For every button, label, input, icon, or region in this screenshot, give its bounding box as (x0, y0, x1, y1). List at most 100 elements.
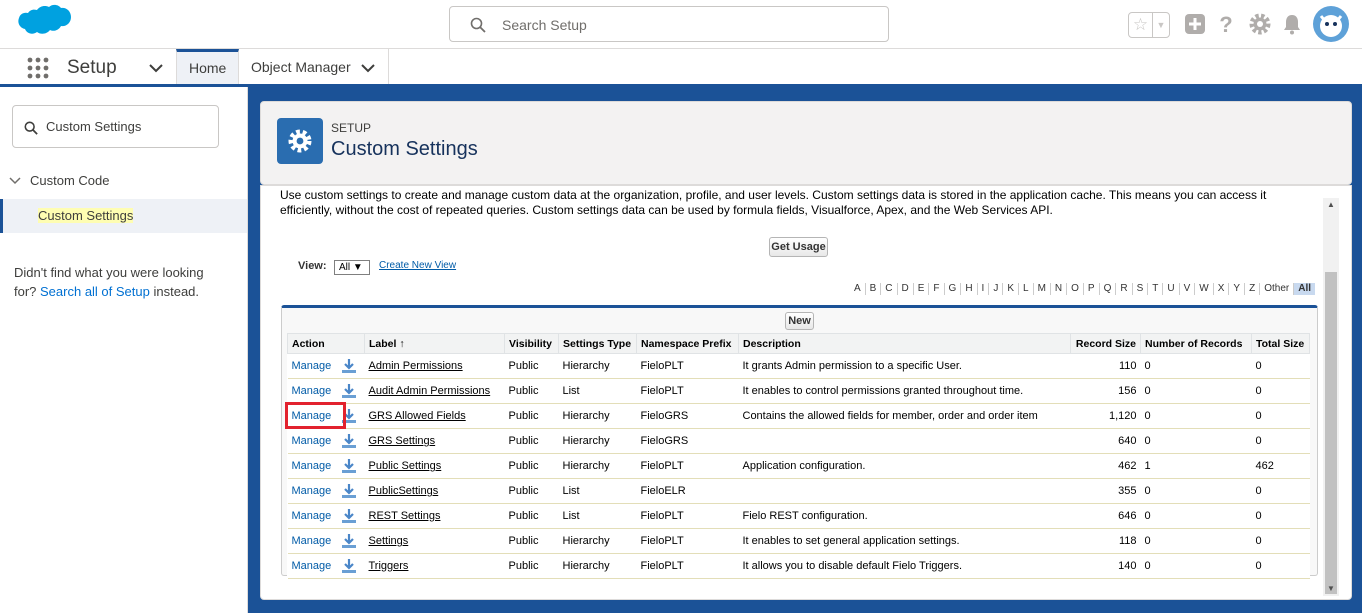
column-header-settings-type[interactable]: Settings Type (558, 333, 637, 354)
description-cell: Contains the allowed fields for member, … (738, 403, 1071, 429)
app-launcher-icon[interactable] (27, 57, 49, 79)
alphabet-filter-all[interactable]: All (1294, 283, 1315, 295)
download-icon[interactable] (341, 558, 357, 574)
download-icon[interactable] (341, 358, 357, 374)
setting-label-link[interactable]: GRS Settings (369, 435, 436, 447)
alphabet-filter-y[interactable]: Y (1229, 283, 1246, 295)
column-header-visibility[interactable]: Visibility (504, 333, 559, 354)
alphabet-filter-o[interactable]: O (1067, 283, 1084, 295)
column-header-namespace-prefix[interactable]: Namespace Prefix (636, 333, 739, 354)
alphabet-filter-i[interactable]: I (978, 283, 990, 295)
alphabet-filter-x[interactable]: X (1214, 283, 1230, 295)
alphabet-filter-d[interactable]: D (898, 283, 914, 295)
download-icon[interactable] (341, 383, 357, 399)
manage-link[interactable]: Manage (292, 535, 332, 547)
tree-item-custom-code[interactable]: Custom Code (9, 173, 109, 188)
vertical-scrollbar[interactable]: ▲ ▼ (1323, 198, 1339, 596)
download-icon[interactable] (341, 433, 357, 449)
star-icon[interactable]: ☆ (1129, 13, 1153, 37)
setting-label-link[interactable]: Triggers (369, 560, 409, 572)
number-of-records-cell: 1 (1140, 453, 1252, 479)
setting-label-link[interactable]: PublicSettings (369, 485, 439, 497)
alphabet-filter-v[interactable]: V (1180, 283, 1196, 295)
search-all-setup-link[interactable]: Search all of Setup (40, 284, 150, 299)
column-header-total-size[interactable]: Total Size (1251, 333, 1310, 354)
alphabet-filter-h[interactable]: H (961, 283, 978, 295)
scroll-down-arrow-icon[interactable]: ▼ (1327, 584, 1335, 593)
alphabet-filter-t[interactable]: T (1148, 283, 1164, 295)
alphabet-filter-w[interactable]: W (1195, 283, 1214, 295)
alphabet-filter-r[interactable]: R (1116, 283, 1133, 295)
alphabet-filter-q[interactable]: Q (1100, 283, 1117, 295)
alphabet-filter-u[interactable]: U (1163, 283, 1180, 295)
label-cell: REST Settings (364, 503, 505, 529)
setting-label-link[interactable]: Public Settings (369, 460, 442, 472)
setting-label-link[interactable]: Settings (369, 535, 409, 547)
manage-link[interactable]: Manage (292, 460, 332, 472)
user-avatar[interactable] (1313, 6, 1349, 42)
manage-link[interactable]: Manage (292, 510, 332, 522)
settings-type-cell: Hierarchy (558, 553, 637, 579)
alphabet-filter-p[interactable]: P (1084, 283, 1100, 295)
alphabet-filter-l[interactable]: L (1019, 283, 1034, 295)
alphabet-filter-s[interactable]: S (1133, 283, 1149, 295)
column-header-description[interactable]: Description (738, 333, 1071, 354)
manage-link[interactable]: Manage (292, 560, 332, 572)
alphabet-filter-g[interactable]: G (945, 283, 962, 295)
setting-label-link[interactable]: Admin Permissions (369, 360, 463, 372)
alphabet-filter-a[interactable]: A (850, 283, 866, 295)
alphabet-filter-j[interactable]: J (989, 283, 1004, 295)
table-row: Manage REST Settings Public List FieloPLT Fie… (287, 503, 1310, 529)
get-usage-button[interactable]: Get Usage (769, 237, 828, 257)
chevron-down-icon[interactable] (9, 177, 23, 188)
total-size-cell: 0 (1251, 478, 1310, 504)
favorites-list-chevron-icon[interactable]: ▼ (1153, 13, 1169, 37)
manage-link[interactable]: Manage (292, 385, 332, 397)
alphabet-filter-other[interactable]: Other (1260, 283, 1295, 295)
scroll-up-arrow-icon[interactable]: ▲ (1327, 200, 1335, 209)
add-icon[interactable] (1183, 12, 1207, 36)
download-icon[interactable] (341, 508, 357, 524)
alphabet-filter-k[interactable]: K (1003, 283, 1019, 295)
setting-label-link[interactable]: REST Settings (369, 510, 441, 522)
manage-link[interactable]: Manage (292, 485, 332, 497)
new-button[interactable]: New (785, 312, 814, 330)
record-size-cell: 646 (1070, 503, 1141, 529)
column-header-label[interactable]: Label ↑ (364, 333, 505, 354)
settings-type-cell: Hierarchy (558, 453, 637, 479)
alphabet-filter-n[interactable]: N (1051, 283, 1068, 295)
column-header-number-of-records[interactable]: Number of Records (1140, 333, 1252, 354)
alphabet-filter-f[interactable]: F (929, 283, 945, 295)
salesforce-cloud-logo[interactable] (12, 4, 74, 46)
download-icon[interactable] (341, 483, 357, 499)
download-icon[interactable] (341, 533, 357, 549)
description-cell: It grants Admin permission to a specific… (738, 353, 1071, 379)
download-icon[interactable] (341, 458, 357, 474)
alphabet-filter-b[interactable]: B (866, 283, 882, 295)
gear-icon[interactable] (1248, 12, 1272, 36)
tab-home[interactable]: Home (176, 49, 239, 84)
setting-label-link[interactable]: Audit Admin Permissions (369, 385, 491, 397)
manage-link[interactable]: Manage (292, 360, 332, 372)
view-select[interactable]: All ▼ (334, 260, 370, 275)
bell-icon[interactable] (1280, 12, 1304, 36)
record-size-cell: 355 (1070, 478, 1141, 504)
app-menu-chevron-down-icon[interactable] (148, 61, 164, 75)
alphabet-filter-z[interactable]: Z (1245, 283, 1261, 295)
alphabet-filter-m[interactable]: M (1034, 283, 1051, 295)
alphabet-filter-e[interactable]: E (914, 283, 930, 295)
column-header-record-size[interactable]: Record Size (1070, 333, 1141, 354)
table-row: Manage Audit Admin Permissions Public List F… (287, 378, 1310, 404)
create-new-view-link[interactable]: Create New View (379, 260, 456, 271)
tree-item-custom-settings[interactable]: Custom Settings (0, 199, 247, 233)
object-manager-chevron-down-icon[interactable] (360, 61, 376, 75)
help-icon[interactable]: ? (1214, 12, 1238, 36)
manage-link[interactable]: Manage (292, 435, 332, 447)
alphabet-filter-c[interactable]: C (881, 283, 898, 295)
scrollbar-thumb[interactable] (1325, 272, 1337, 594)
global-search-input[interactable]: Search Setup (449, 6, 889, 42)
favorites-button[interactable]: ☆ ▼ (1128, 12, 1170, 38)
quick-find-input[interactable]: Custom Settings (12, 105, 219, 148)
setting-label-link[interactable]: GRS Allowed Fields (369, 410, 466, 422)
manage-link-wrap: Manage (292, 485, 332, 497)
